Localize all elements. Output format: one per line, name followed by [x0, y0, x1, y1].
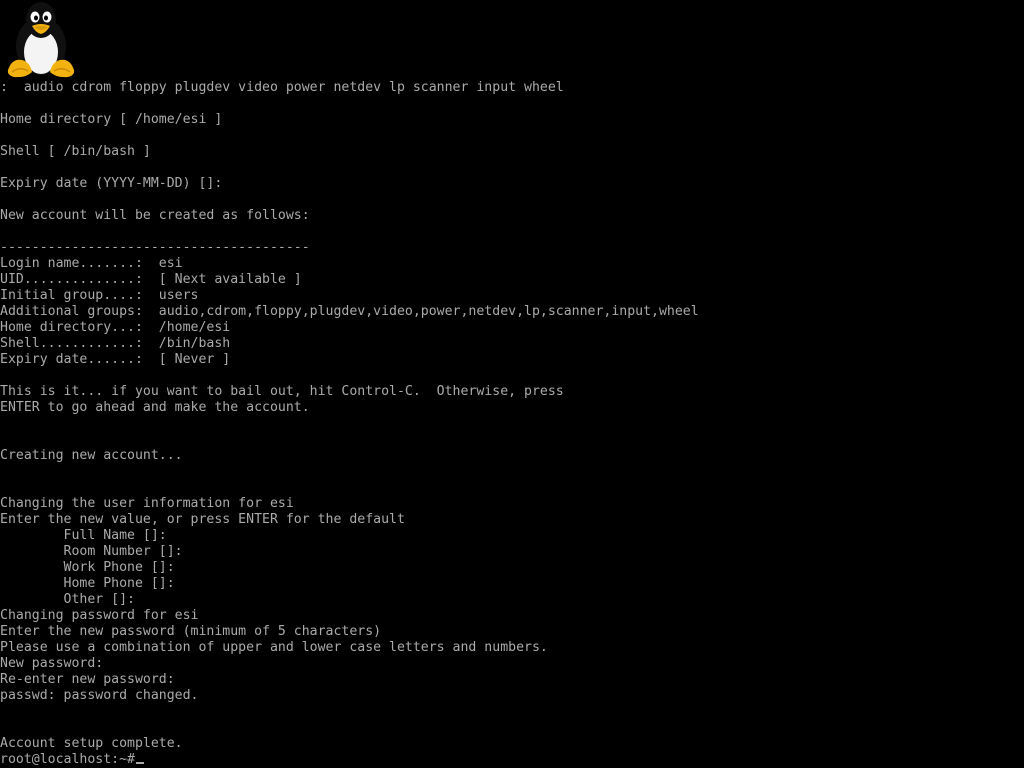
console-line: UID..............: [ Next available ]	[0, 272, 302, 287]
console-line: Initial group....: users	[0, 288, 199, 303]
console-line: ---------------------------------------	[0, 240, 310, 255]
console-line: Additional groups: audio,cdrom,floppy,pl…	[0, 304, 699, 319]
tux-penguin-icon	[7, 2, 75, 78]
console-line: Changing password for esi	[0, 608, 199, 623]
shell-prompt-line[interactable]: root@localhost:~#	[0, 752, 1024, 768]
console-line: Home Phone []:	[0, 576, 175, 591]
console-line: Creating new account...	[0, 448, 183, 463]
console-line: New password:	[0, 656, 104, 671]
console-line: New account will be created as follows:	[0, 208, 310, 223]
console-line: Account setup complete.	[0, 736, 183, 751]
console-line: Home directory [ /home/esi ]	[0, 112, 223, 127]
console-line: Changing the user information for esi	[0, 496, 294, 511]
terminal-output: : audio cdrom floppy plugdev video power…	[0, 80, 1024, 768]
console-line: Re-enter new password:	[0, 672, 175, 687]
console-line: Enter the new password (minimum of 5 cha…	[0, 624, 382, 639]
console-line: Full Name []:	[0, 528, 167, 543]
console-line: Shell [ /bin/bash ]	[0, 144, 151, 159]
console-line: Work Phone []:	[0, 560, 175, 575]
console-line: Expiry date......: [ Never ]	[0, 352, 231, 367]
console-line: Login name.......: esi	[0, 256, 183, 271]
console-line: Enter the new value, or press ENTER for …	[0, 512, 405, 527]
console-line: Expiry date (YYYY-MM-DD) []:	[0, 176, 223, 191]
console-line: Shell............: /bin/bash	[0, 336, 231, 351]
console-line: : audio cdrom floppy plugdev video power…	[0, 80, 564, 95]
console-line: Other []:	[0, 592, 135, 607]
console-line: Room Number []:	[0, 544, 183, 559]
console-line: Home directory...: /home/esi	[0, 320, 231, 335]
text-cursor	[135, 762, 144, 764]
console-line: ENTER to go ahead and make the account.	[0, 400, 310, 415]
console-screen: : audio cdrom floppy plugdev video power…	[0, 0, 1024, 768]
console-line: Please use a combination of upper and lo…	[0, 640, 548, 655]
console-line: passwd: password changed.	[0, 688, 199, 703]
shell-prompt: root@localhost:~#	[0, 752, 135, 767]
console-line: This is it... if you want to bail out, h…	[0, 384, 564, 399]
